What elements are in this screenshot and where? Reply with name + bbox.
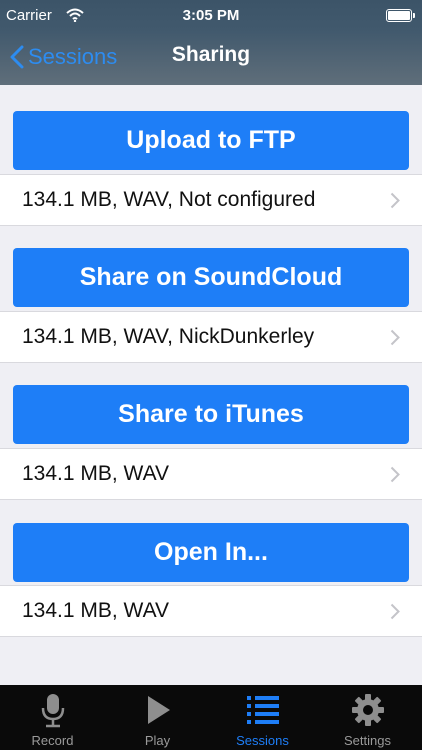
battery-icon: [386, 9, 415, 22]
list-icon: [210, 693, 315, 727]
open-in-info-row[interactable]: 134.1 MB, WAV: [0, 585, 422, 637]
status-time: 3:05 PM: [182, 7, 240, 24]
soundcloud-info-row[interactable]: 134.1 MB, WAV, NickDunkerley: [0, 311, 422, 363]
open-in-info-text: 134.1 MB, WAV: [22, 599, 170, 622]
chevron-right-icon: [390, 466, 400, 483]
itunes-info-row[interactable]: 134.1 MB, WAV: [0, 448, 422, 500]
itunes-info-text: 134.1 MB, WAV: [22, 462, 170, 485]
ftp-info-row[interactable]: 134.1 MB, WAV, Not configured: [0, 174, 422, 226]
microphone-icon: [0, 693, 105, 729]
tab-record-label: Record: [31, 733, 74, 748]
navigation-bar: Sessions Sharing: [0, 30, 422, 85]
chevron-right-icon: [390, 192, 400, 209]
tab-play-label: Play: [144, 733, 171, 748]
chevron-right-icon: [390, 603, 400, 620]
tab-bar: Record Play Sessions Settings: [0, 685, 422, 750]
share-soundcloud-button[interactable]: Share on SoundCloud: [13, 248, 409, 307]
upload-ftp-button[interactable]: Upload to FTP: [13, 111, 409, 170]
open-in-button[interactable]: Open In...: [13, 523, 409, 582]
status-bar: Carrier 3:05 PM: [0, 0, 422, 30]
play-icon: [105, 693, 210, 727]
page-title: Sharing: [171, 43, 251, 66]
gear-icon: [315, 693, 420, 727]
tab-play[interactable]: Play: [105, 685, 210, 750]
tab-record[interactable]: Record: [0, 685, 105, 750]
ftp-info-text: 134.1 MB, WAV, Not configured: [22, 188, 316, 211]
tab-settings-label: Settings: [344, 733, 391, 748]
tab-sessions-label: Sessions: [236, 733, 289, 748]
tab-settings[interactable]: Settings: [315, 685, 420, 750]
soundcloud-info-text: 134.1 MB, WAV, NickDunkerley: [22, 325, 315, 348]
share-itunes-button[interactable]: Share to iTunes: [13, 385, 409, 444]
tab-sessions[interactable]: Sessions: [210, 685, 315, 750]
chevron-right-icon: [390, 329, 400, 346]
